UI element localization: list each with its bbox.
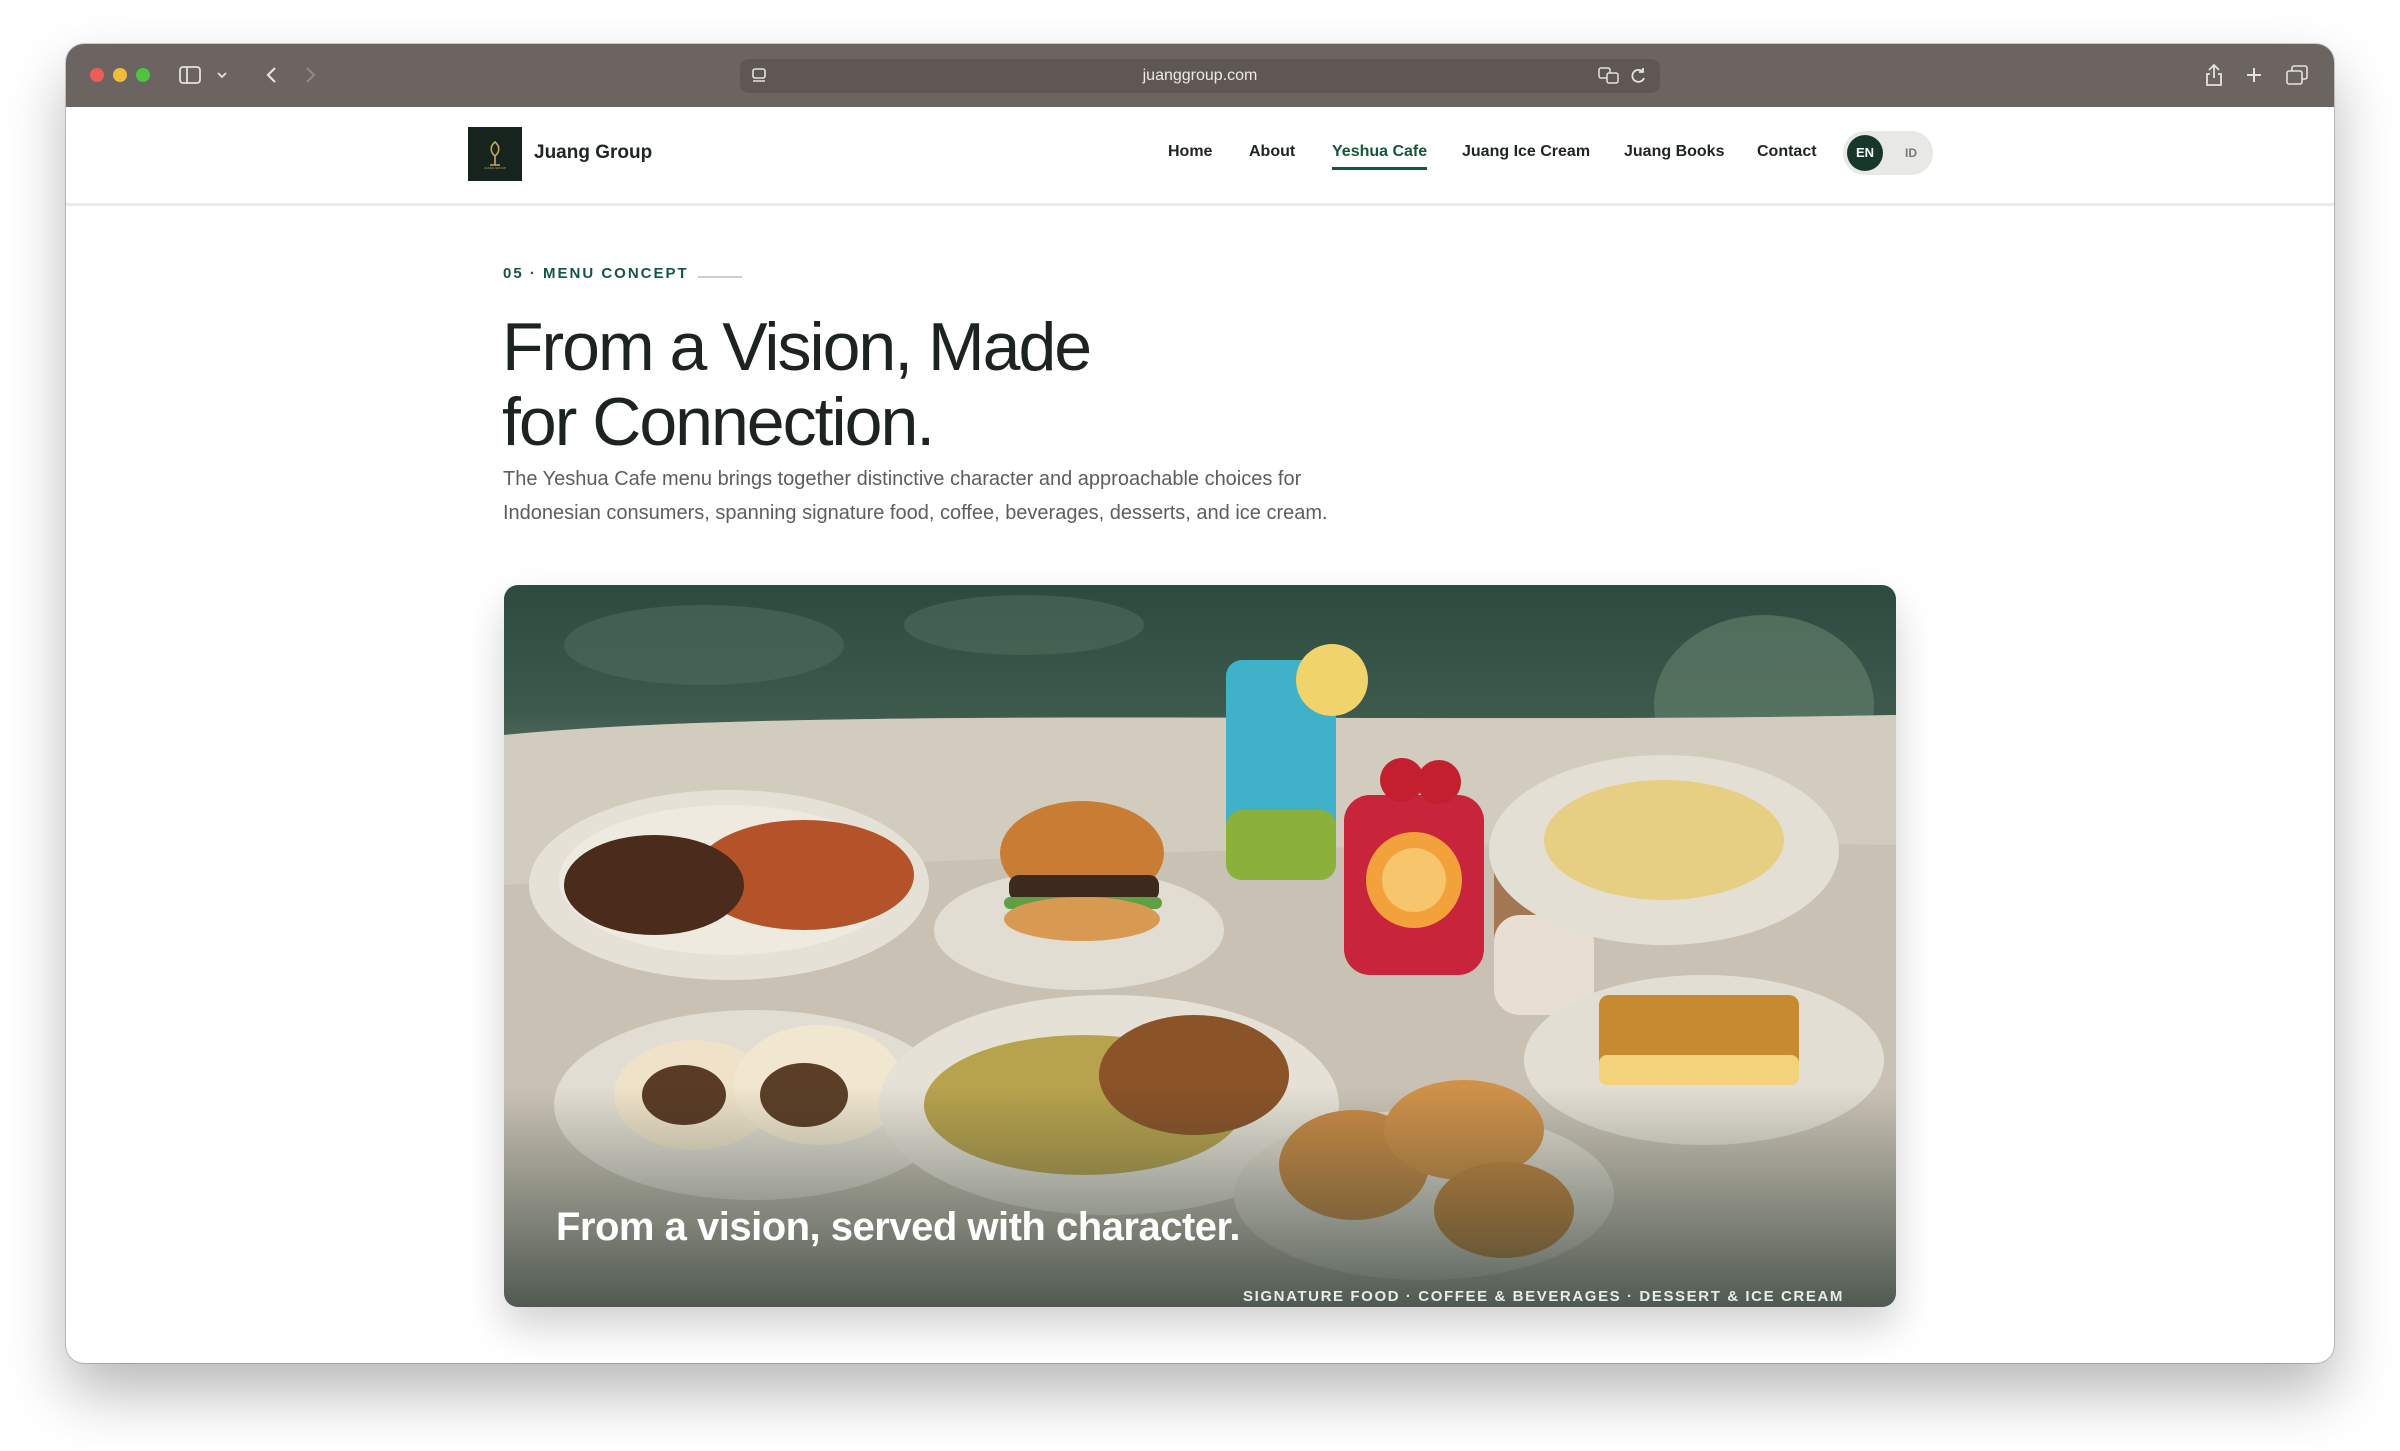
svg-text:JUANG GROUP: JUANG GROUP: [484, 166, 506, 170]
headline-line-2: for Connection.: [502, 384, 935, 460]
nav-yeshua-cafe-label: Yeshua Cafe: [1332, 143, 1428, 160]
hero-caption: From a vision, served with character.: [556, 1205, 1241, 1249]
new-tab-icon[interactable]: [2242, 60, 2266, 90]
site-header: JUANG GROUP Juang Group Home About Yeshu…: [66, 107, 2334, 206]
close-window-button[interactable]: [90, 68, 104, 82]
section-eyebrow: 05 · MENU CONCEPT: [503, 265, 689, 282]
brand-logo[interactable]: JUANG GROUP: [468, 127, 522, 181]
address-bar[interactable]: juanggroup.com: [740, 59, 1660, 93]
nav-juang-ice-cream[interactable]: Juang Ice Cream: [1462, 143, 1590, 161]
eyebrow-divider: [698, 276, 742, 278]
browser-toolbar: juanggroup.com: [66, 44, 2334, 107]
minimize-window-button[interactable]: [113, 68, 127, 82]
zoom-window-button[interactable]: [136, 68, 150, 82]
forward-arrow-icon[interactable]: [300, 60, 322, 90]
lead-line-2: Indonesian consumers, spanning signature…: [503, 502, 1328, 524]
nav-juang-books[interactable]: Juang Books: [1624, 143, 1724, 161]
back-arrow-icon[interactable]: [260, 60, 282, 90]
hero-category-tags: SIGNATURE FOOD · COFFEE & BEVERAGES · DE…: [1243, 1288, 1844, 1305]
lang-id-option[interactable]: ID: [1895, 135, 1927, 171]
headline-line-1: From a Vision, Made: [502, 309, 1092, 385]
browser-window: juanggroup.com JUANG GROUP Juang Group H…: [66, 44, 2334, 1363]
chevron-down-icon[interactable]: [216, 60, 228, 90]
lang-en-option[interactable]: EN: [1847, 135, 1883, 171]
share-icon[interactable]: [2202, 60, 2226, 90]
nav-contact[interactable]: Contact: [1757, 143, 1817, 161]
tab-overview-icon[interactable]: [2284, 60, 2310, 90]
language-toggle[interactable]: EN ID: [1843, 131, 1933, 175]
brand-name[interactable]: Juang Group: [534, 142, 652, 164]
nav-yeshua-cafe[interactable]: Yeshua Cafe: [1332, 143, 1428, 170]
reload-icon[interactable]: [1628, 66, 1648, 86]
menu-hero-image: From a vision, served with character. SI…: [504, 585, 1896, 1307]
sidebar-toggle-icon[interactable]: [178, 60, 202, 90]
nav-home[interactable]: Home: [1168, 143, 1212, 161]
lead-line-1: The Yeshua Cafe menu brings together dis…: [503, 468, 1302, 490]
translate-icon[interactable]: [1598, 66, 1620, 86]
hero-overlay: [504, 1087, 1896, 1307]
section-headline: From a Vision, Made for Connection.: [502, 310, 1402, 460]
nav-about[interactable]: About: [1249, 143, 1295, 161]
active-nav-underline: [1332, 167, 1428, 170]
section-lead: The Yeshua Cafe menu brings together dis…: [503, 462, 1403, 530]
url-text[interactable]: juanggroup.com: [740, 59, 1660, 93]
